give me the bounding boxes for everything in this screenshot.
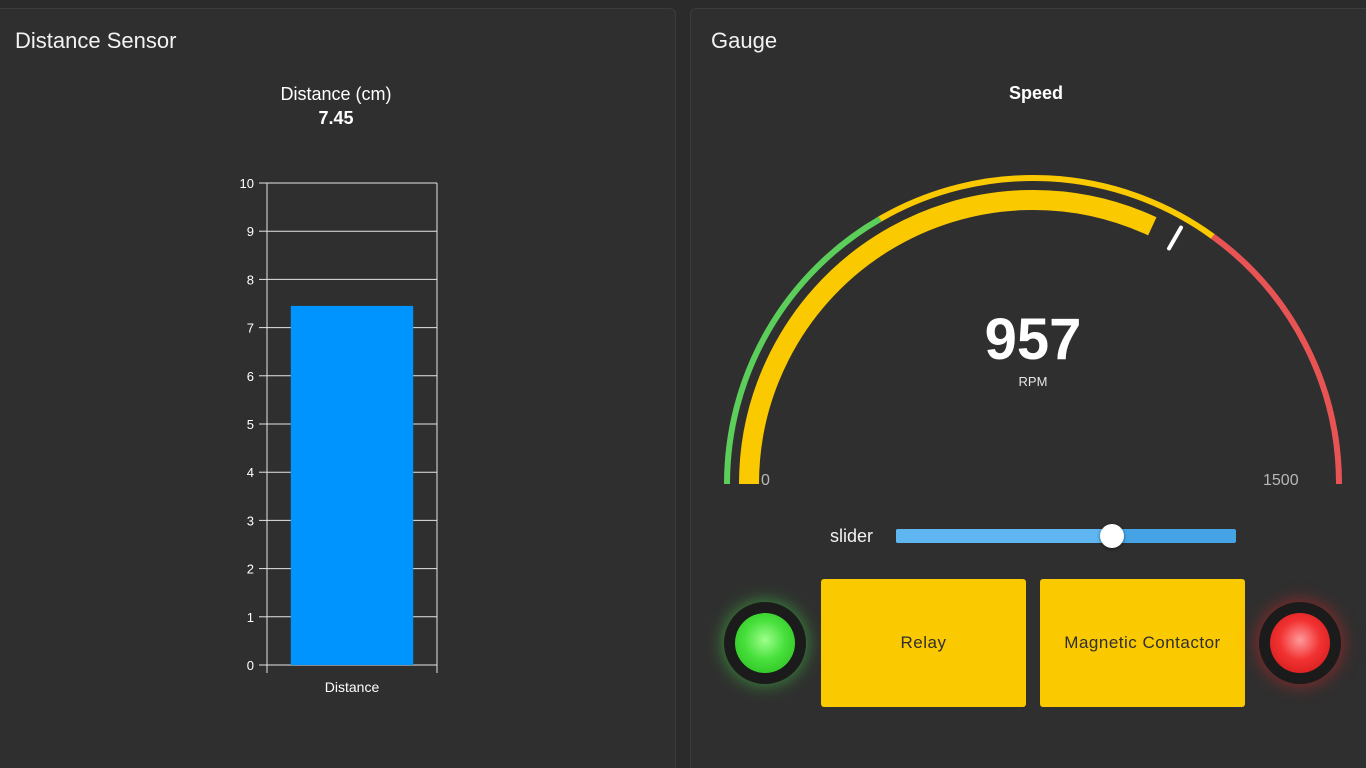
gauge-max-label: 1500 <box>1263 472 1299 489</box>
slider-track[interactable] <box>896 524 1236 548</box>
slider-thumb[interactable] <box>1099 524 1124 548</box>
distance-bar-chart: 0 1 2 3 4 5 6 7 8 9 10 Distance <box>240 176 438 695</box>
red-lamp <box>1270 613 1330 673</box>
red-indicator-led <box>1259 602 1341 684</box>
gauge-panel: Gauge Speed 957 RPM 0 1500 slider Relay … <box>690 8 1366 768</box>
relay-button[interactable]: Relay <box>821 579 1026 707</box>
bar-distance <box>290 305 414 665</box>
slider-label: slider <box>830 526 874 546</box>
y-tick-label: 4 <box>247 465 254 480</box>
y-tick-label: 3 <box>247 513 254 528</box>
gauge-units: RPM <box>1018 374 1048 389</box>
y-tick-label: 9 <box>247 224 254 239</box>
distance-sensor-panel: Distance Sensor Distance (cm) 7.45 01234… <box>0 8 676 768</box>
gauge-segment <box>1211 234 1342 485</box>
x-tick-label: Distance <box>325 679 380 695</box>
y-tick-label: 10 <box>240 176 254 191</box>
y-tick-label: 0 <box>247 658 254 673</box>
speed-gauge <box>724 175 1342 485</box>
y-tick-label: 1 <box>247 610 254 625</box>
y-tick-label: 2 <box>247 562 254 577</box>
green-indicator-led <box>724 602 806 684</box>
y-tick-label: 8 <box>247 272 254 287</box>
gauge-value: 957 <box>984 307 1082 372</box>
y-tick-label: 7 <box>247 321 254 336</box>
magnetic-contactor-button[interactable]: Magnetic Contactor <box>1040 579 1245 707</box>
slider-fill <box>896 529 1112 543</box>
green-lamp <box>735 613 795 673</box>
gauge-needle <box>1167 225 1183 251</box>
gauge-min-label: 0 <box>761 472 770 489</box>
y-tick-label: 6 <box>247 369 254 384</box>
y-tick-label: 5 <box>247 417 254 432</box>
